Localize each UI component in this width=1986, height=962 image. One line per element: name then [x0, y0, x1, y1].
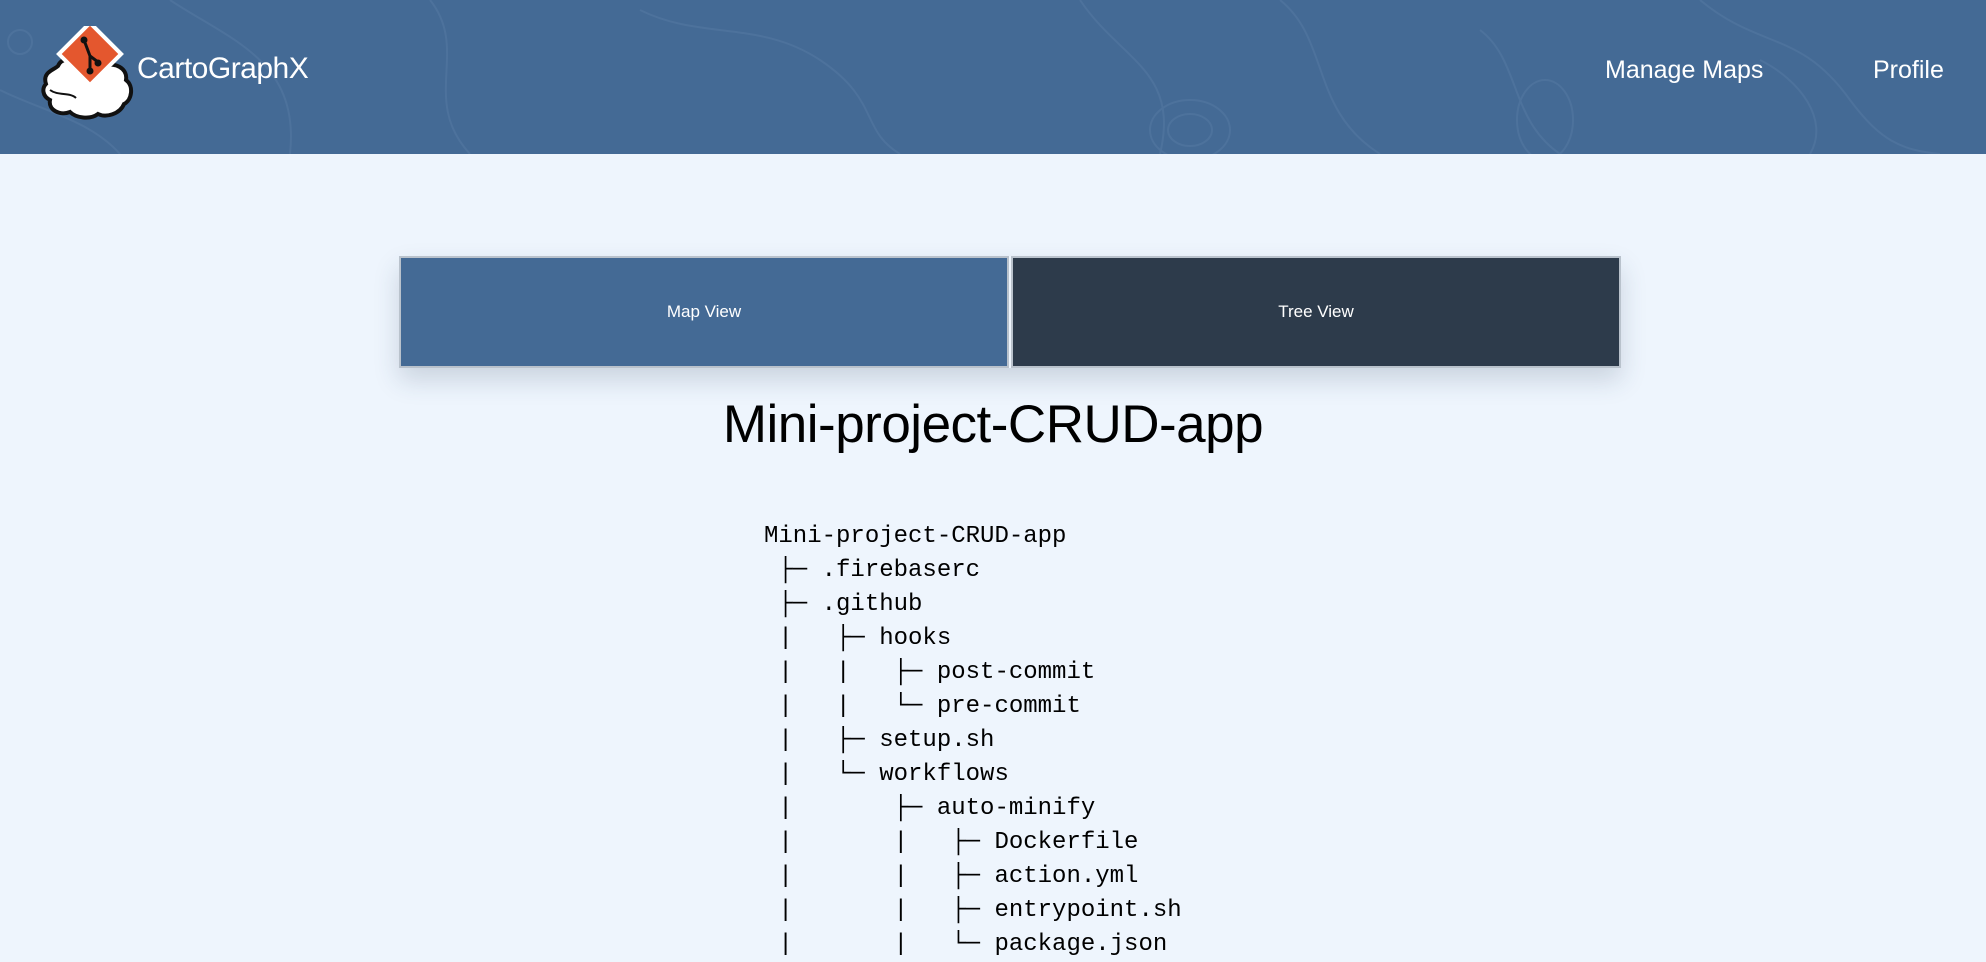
- tree-line: Mini-project-CRUD-app: [764, 523, 1067, 550]
- tree-line: | ├─ setup.sh: [764, 727, 995, 754]
- nav-manage-maps[interactable]: Manage Maps: [1605, 56, 1763, 85]
- tree-line: ├─ .github: [764, 591, 923, 618]
- file-tree: Mini-project-CRUD-app ├─ .firebaserc ├─ …: [764, 520, 1182, 962]
- tree-line: | | ├─ action.yml: [764, 863, 1139, 890]
- tree-line: | | ├─ Dockerfile: [764, 829, 1139, 856]
- page-title: Mini-project-CRUD-app: [722, 395, 1264, 454]
- git-map-logo-icon: [41, 20, 133, 120]
- view-toggle: Map View Tree View: [399, 256, 1621, 368]
- tree-view-button[interactable]: Tree View: [1011, 256, 1621, 368]
- tree-line: | | ├─ post-commit: [764, 659, 1096, 686]
- nav-profile[interactable]: Profile: [1873, 56, 1944, 85]
- tree-line: | ├─ hooks: [764, 625, 952, 652]
- tree-line: | | └─ package.json: [764, 931, 1168, 958]
- logo[interactable]: [40, 20, 140, 122]
- tree-line: | | ├─ entrypoint.sh: [764, 897, 1182, 924]
- tree-line: | | └─ pre-commit: [764, 693, 1081, 720]
- tree-line: | ├─ auto-minify: [764, 795, 1096, 822]
- brand-name[interactable]: CartoGraphX: [137, 52, 309, 86]
- tree-line: ├─ .firebaserc: [764, 557, 981, 584]
- map-view-button[interactable]: Map View: [399, 256, 1009, 368]
- tree-line: | └─ workflows: [764, 761, 1009, 788]
- top-header: CartoGraphX Manage Maps Profile: [0, 0, 1986, 154]
